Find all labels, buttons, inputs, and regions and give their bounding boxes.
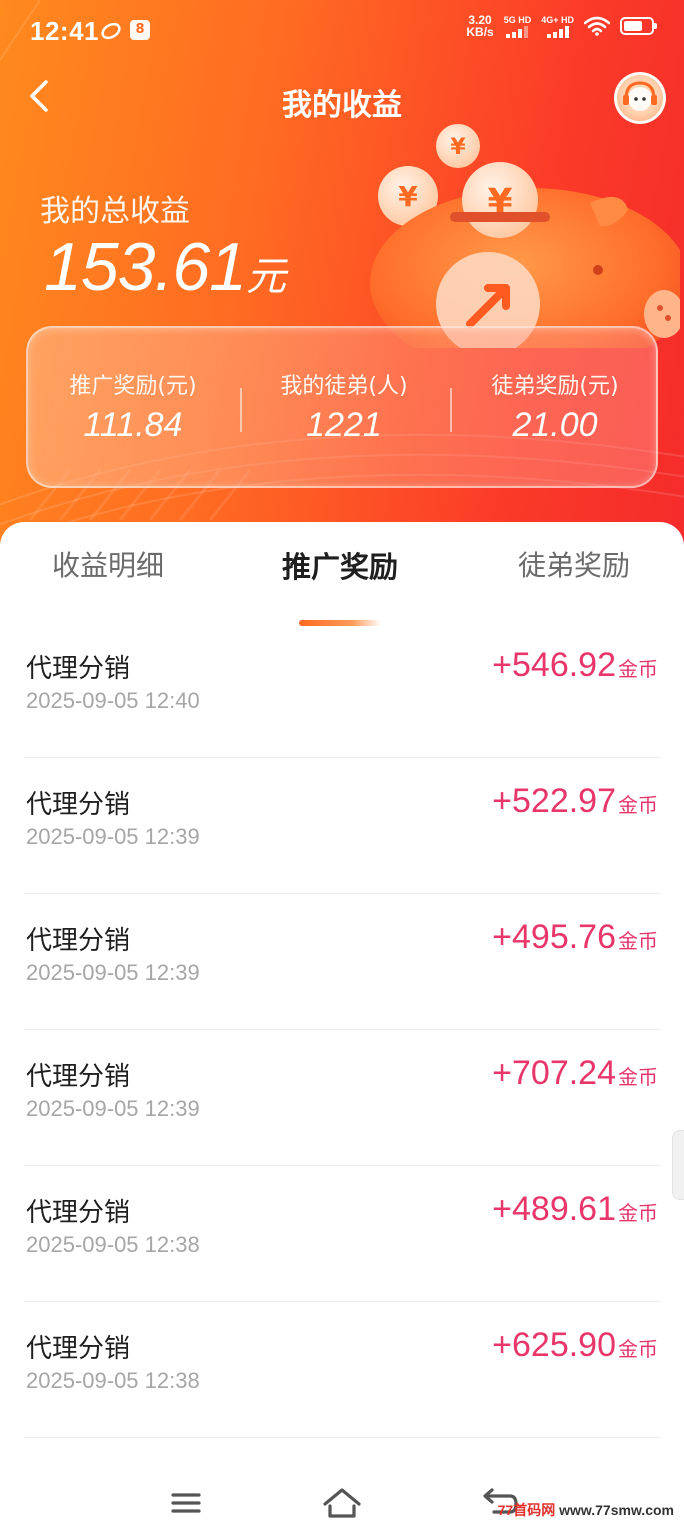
record-title: 代理分销: [26, 1062, 131, 1092]
list-item[interactable]: 代理分销 2025-09-05 12:38 +625.90 金币: [24, 1302, 660, 1438]
list-item[interactable]: 代理分销 2025-09-05 12:40 +546.92 金币: [24, 622, 660, 758]
tab-apprentice-reward[interactable]: 徒弟奖励: [518, 544, 630, 584]
sim1-label: 5G HD: [503, 14, 532, 25]
watermark-url: www.77smw.com: [559, 1502, 674, 1518]
svg-text:¥: ¥: [398, 180, 418, 213]
record-title: 代理分销: [26, 1198, 131, 1228]
total-amount-unit: 元: [245, 254, 286, 300]
status-bar: 12:41 8 3.20 KB/s 5G HD 4G+ HD: [0, 0, 684, 64]
records-list: 代理分销 2025-09-05 12:40 +546.92 金币 代理分销 20…: [0, 622, 684, 1438]
status-right: 3.20 KB/s 5G HD 4G+ HD: [466, 14, 657, 38]
record-amount: +489.61 金币: [492, 1190, 658, 1229]
home-icon[interactable]: [322, 1486, 362, 1520]
record-amount: +522.97 金币: [492, 782, 658, 821]
amount-value: +489.61: [492, 1190, 616, 1228]
tab-earnings-detail[interactable]: 收益明细: [52, 544, 164, 584]
stat-my-apprentices[interactable]: 我的徒弟(人) 1221: [239, 368, 449, 445]
signal-bars-icon: [506, 25, 529, 38]
total-earnings-amount: 153.61元: [44, 228, 286, 306]
list-item[interactable]: 代理分销 2025-09-05 12:39 +495.76 金币: [24, 894, 660, 1030]
records-panel: 收益明细 推广奖励 徒弟奖励 代理分销 2025-09-05 12:40 +54…: [0, 522, 684, 1524]
record-title: 代理分销: [26, 926, 131, 956]
record-amount: +546.92 金币: [492, 646, 658, 685]
record-title: 代理分销: [26, 654, 131, 684]
notification-icon: [101, 22, 121, 40]
record-time: 2025-09-05 12:39: [26, 824, 200, 849]
stat-value: 21.00: [512, 406, 598, 444]
stat-value: 1221: [306, 406, 382, 444]
record-title: 代理分销: [26, 1334, 131, 1364]
stat-label: 我的徒弟(人): [280, 374, 408, 399]
stat-apprentice-reward[interactable]: 徒弟奖励(元) 21.00: [450, 368, 660, 445]
amount-unit: 金币: [618, 1201, 658, 1225]
record-time: 2025-09-05 12:38: [26, 1368, 200, 1393]
piggy-bank-illustration: ¥ ¥ ¥: [370, 124, 680, 348]
amount-value: +625.90: [492, 1326, 616, 1364]
list-item[interactable]: 代理分销 2025-09-05 12:39 +707.24 金币: [24, 1030, 660, 1166]
list-item[interactable]: 代理分销 2025-09-05 12:39 +522.97 金币: [24, 758, 660, 894]
amount-value: +546.92: [492, 646, 616, 684]
list-item[interactable]: 代理分销 2025-09-05 12:38 +489.61 金币: [24, 1166, 660, 1302]
amount-value: +522.97: [492, 782, 616, 820]
customer-service-icon[interactable]: [614, 72, 666, 124]
stat-label: 徒弟奖励(元): [491, 374, 619, 399]
record-time: 2025-09-05 12:40: [26, 688, 200, 713]
stat-value: 111.84: [83, 406, 183, 444]
amount-unit: 金币: [618, 1065, 658, 1089]
watermark-brand: 77首码网: [497, 1502, 556, 1518]
amount-unit: 金币: [618, 929, 658, 953]
menu-icon[interactable]: [166, 1486, 206, 1520]
amount-value: +495.76: [492, 918, 616, 956]
record-amount: +495.76 金币: [492, 918, 658, 957]
record-time: 2025-09-05 12:39: [26, 1096, 200, 1121]
watermark: 77首码网 www.77smw.com: [498, 1500, 674, 1520]
amount-unit: 金币: [618, 657, 658, 681]
stats-card: 推广奖励(元) 111.84 我的徒弟(人) 1221 徒弟奖励(元) 21.0…: [26, 326, 658, 488]
stat-label: 推广奖励(元): [69, 374, 197, 399]
battery-icon: [620, 17, 657, 35]
stat-promotion-reward[interactable]: 推广奖励(元) 111.84: [28, 368, 238, 445]
tab-promotion-reward[interactable]: 推广奖励: [282, 544, 398, 586]
total-amount-value: 153.61: [44, 229, 247, 305]
status-left-icons: 8: [100, 20, 150, 42]
app-badge-icon: 8: [130, 20, 150, 40]
net-speed: 3.20 KB/s: [466, 14, 493, 38]
tab-bar: 收益明细 推广奖励 徒弟奖励: [0, 544, 684, 626]
status-time: 12:41: [30, 16, 99, 46]
net-speed-unit: KB/s: [466, 25, 494, 39]
sim1-signal: 5G HD: [503, 14, 532, 38]
header-hero: 12:41 8 3.20 KB/s 5G HD 4G+ HD 我的收益 我的总收…: [0, 0, 684, 560]
signal-bars-icon: [546, 25, 569, 38]
side-drawer-handle[interactable]: [672, 1130, 684, 1200]
svg-text:¥: ¥: [450, 135, 466, 160]
record-time: 2025-09-05 12:39: [26, 960, 200, 985]
record-amount: +625.90 金币: [492, 1326, 658, 1365]
amount-value: +707.24: [492, 1054, 616, 1092]
record-amount: +707.24 金币: [492, 1054, 658, 1093]
amount-unit: 金币: [618, 1337, 658, 1361]
record-time: 2025-09-05 12:38: [26, 1232, 200, 1257]
sim2-signal: 4G+ HD: [541, 15, 574, 38]
record-title: 代理分销: [26, 790, 131, 820]
amount-unit: 金币: [618, 793, 658, 817]
total-earnings-label: 我的总收益: [40, 194, 190, 229]
wifi-icon: [584, 16, 610, 36]
sim2-label: 4G+ HD: [541, 14, 574, 25]
